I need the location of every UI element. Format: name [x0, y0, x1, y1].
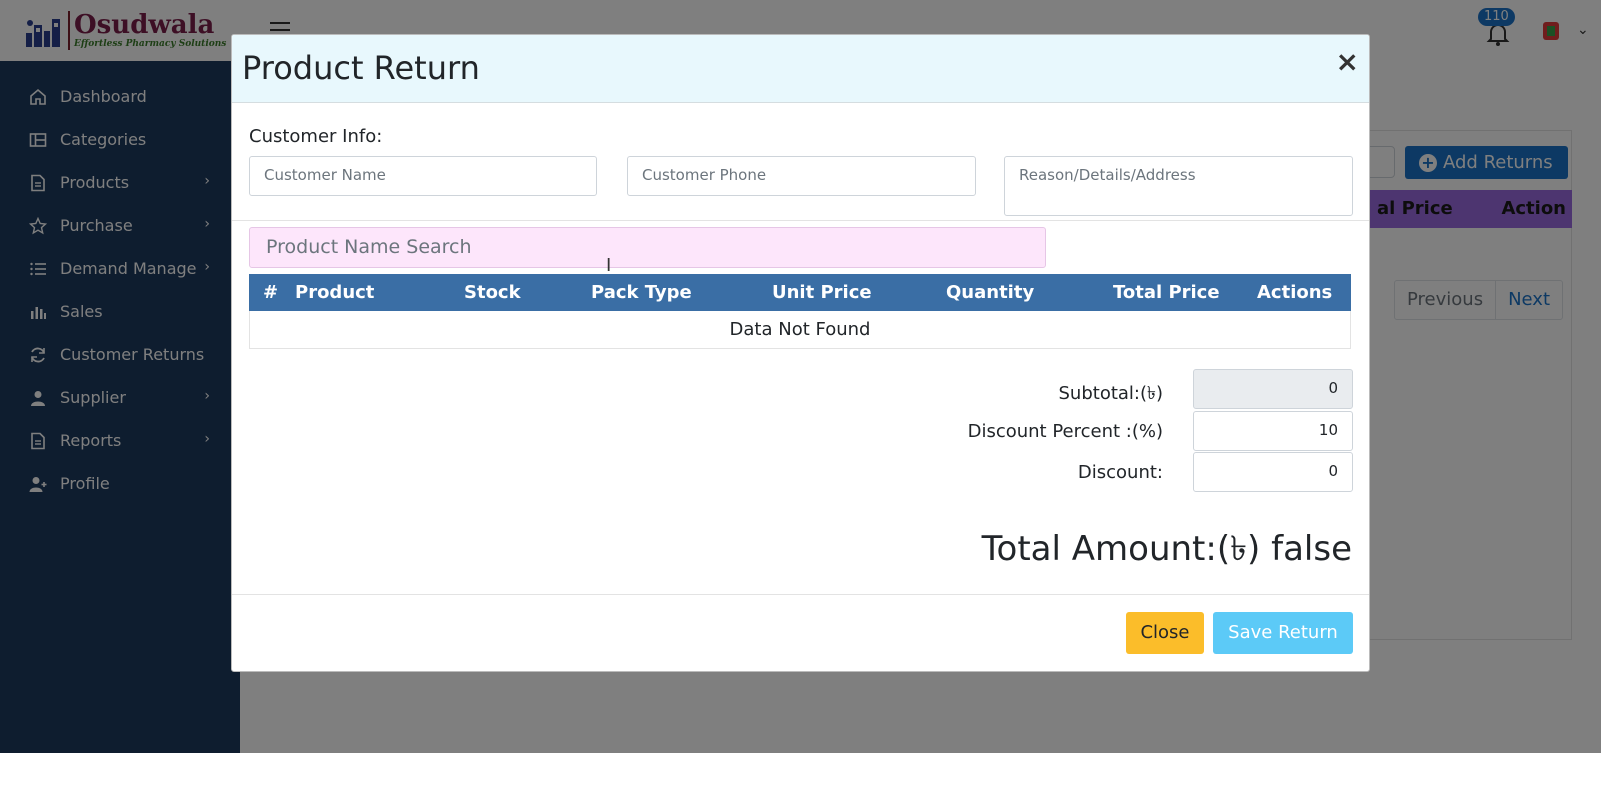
column-header: Stock: [464, 282, 521, 303]
products-table-header: # Product Stock Pack Type Unit Price Qua…: [249, 274, 1351, 311]
column-header: Pack Type: [591, 282, 692, 303]
modal-header: Product Return ×: [232, 35, 1369, 103]
close-button[interactable]: Close: [1126, 612, 1204, 654]
close-icon[interactable]: ×: [1336, 45, 1359, 78]
divider: [232, 220, 1369, 221]
discount-label: Discount:: [1077, 462, 1163, 483]
customer-phone-input[interactable]: Customer Phone: [627, 156, 976, 196]
subtotal-field: 0: [1193, 369, 1353, 409]
total-amount: Total Amount:(৳) false: [981, 529, 1352, 569]
customer-info-label: Customer Info:: [249, 126, 383, 147]
discount-percent-input[interactable]: 10: [1193, 411, 1353, 451]
column-header: #: [263, 282, 279, 303]
modal-title: Product Return: [242, 49, 480, 87]
column-header: Actions: [1257, 282, 1333, 303]
customer-name-input[interactable]: Customer Name: [249, 156, 597, 196]
discount-percent-label: Discount Percent :(%): [967, 421, 1163, 442]
column-header: Quantity: [946, 282, 1035, 303]
discount-input[interactable]: 0: [1193, 452, 1353, 492]
text-cursor-icon: I: [606, 255, 612, 276]
table-empty-row: Data Not Found: [249, 311, 1351, 349]
product-search-input[interactable]: Product Name Search: [249, 227, 1046, 268]
column-header: Total Price: [1113, 282, 1220, 303]
column-header: Product: [295, 282, 375, 303]
modal-footer-divider: [232, 594, 1369, 595]
product-return-modal: Product Return × Customer Info: Customer…: [231, 34, 1370, 672]
app: Osudwala Effortless Pharmacy Solutions D…: [0, 0, 1601, 753]
reason-textarea[interactable]: Reason/Details/Address: [1004, 156, 1353, 216]
save-return-button[interactable]: Save Return: [1213, 612, 1353, 654]
subtotal-label: Subtotal:(৳): [1058, 383, 1164, 404]
column-header: Unit Price: [772, 282, 872, 303]
